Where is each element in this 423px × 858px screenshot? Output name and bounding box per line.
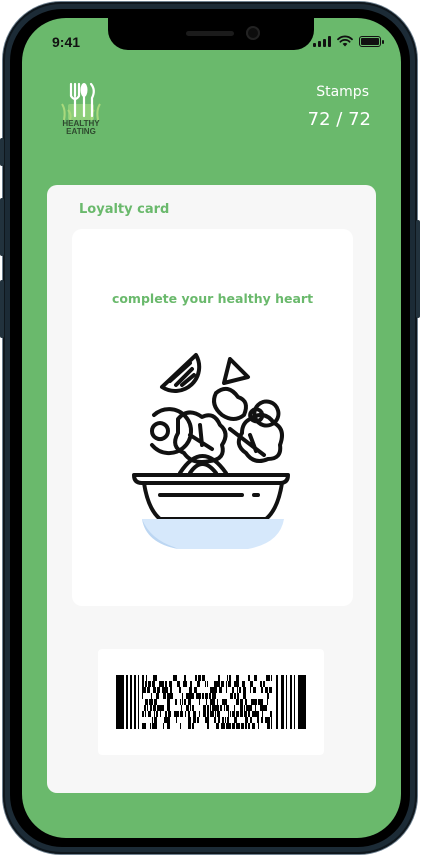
app-screen: 9:41 HEALTHY EATING Stamps 72 / 72 Loyal… (22, 18, 401, 838)
status-icons (313, 34, 384, 48)
stamps-count: 72 / 72 (307, 109, 371, 130)
utensils-icon (61, 82, 101, 121)
panel-message: complete your healthy heart (111, 291, 314, 306)
barcode-container (98, 649, 324, 755)
card-title: Loyalty card (79, 202, 170, 217)
logo-line-2: EATING (66, 127, 96, 136)
barcode-icon (116, 675, 306, 729)
notch (108, 18, 314, 50)
volume-down-button (0, 280, 4, 338)
front-camera (246, 26, 260, 40)
salad-bowl-icon (132, 353, 290, 549)
silent-switch (0, 138, 4, 166)
volume-up-button (0, 198, 4, 256)
stamps-label: Stamps (316, 84, 369, 100)
loyalty-card: Loyalty card complete your healthy heart (47, 185, 376, 793)
wifi-icon (337, 35, 353, 47)
status-time: 9:41 (52, 34, 81, 50)
logo-text: HEALTHY EATING (56, 120, 106, 136)
stamp-panel: complete your healthy heart (72, 229, 353, 606)
power-button (416, 220, 420, 318)
battery-icon (359, 35, 384, 47)
speaker (186, 31, 234, 36)
cellular-signal-icon (313, 35, 331, 47)
healthy-eating-logo: HEALTHY EATING (56, 80, 106, 144)
